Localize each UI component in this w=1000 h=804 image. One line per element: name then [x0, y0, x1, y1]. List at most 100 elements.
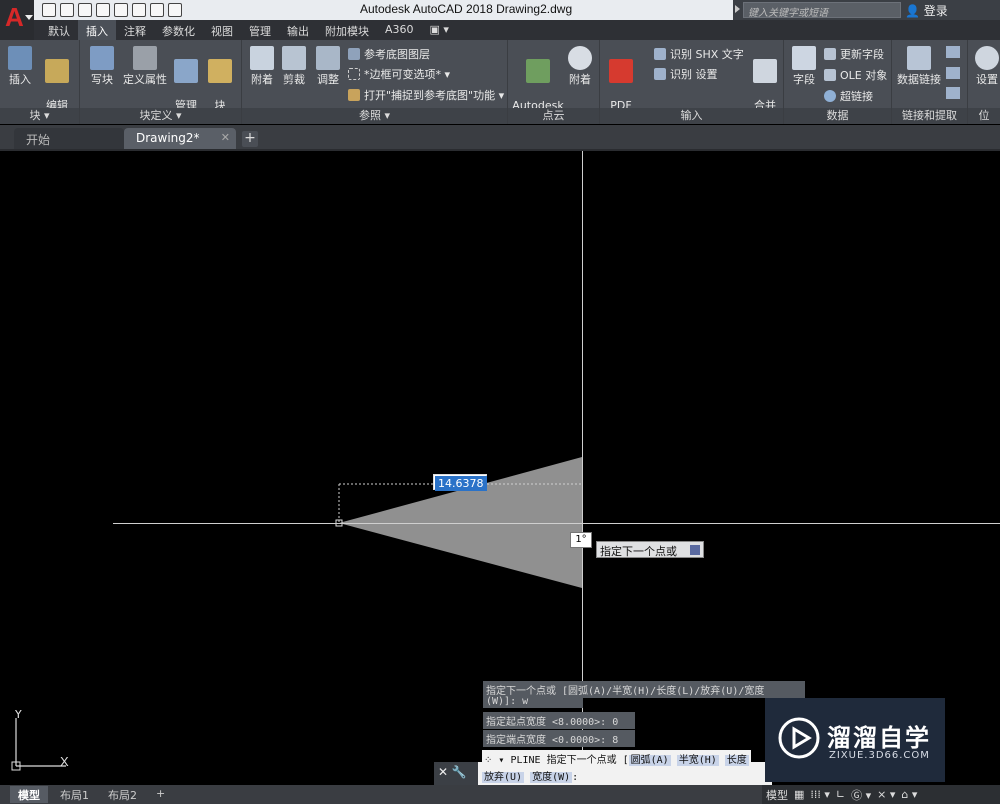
adjust-button[interactable]: 调整	[314, 46, 342, 86]
tab-view[interactable]: 视图	[203, 20, 241, 40]
frame-icon	[348, 68, 360, 80]
upload-data-icon[interactable]	[946, 67, 960, 79]
dynamic-length-input[interactable]: 14.6378	[433, 474, 487, 491]
define-attributes-button[interactable]: 定义属性	[122, 46, 168, 86]
chevron-down-icon	[25, 15, 33, 20]
pointcloud-attach-icon	[568, 46, 592, 70]
panel-title-block[interactable]: 块 ▾	[0, 108, 79, 124]
tab-addins[interactable]: 附加模块	[317, 20, 377, 40]
option-undo[interactable]: 放弃(U)	[482, 772, 525, 783]
grid-icon[interactable]: ▦	[794, 788, 804, 801]
tab-insert[interactable]: 插入	[78, 20, 116, 40]
new-file-icon[interactable]	[42, 3, 56, 17]
option-arc[interactable]: 圆弧(A)	[628, 755, 671, 766]
panel-data: 字段 更新字段 OLE 对象 超链接 数据	[784, 40, 892, 124]
command-suffix: :	[572, 772, 579, 783]
close-tab-icon[interactable]: ✕	[221, 131, 230, 144]
save-as-icon[interactable]	[96, 3, 110, 17]
block-editor-icon	[208, 59, 232, 83]
clip-button[interactable]: 剪裁	[280, 46, 308, 86]
manage-attributes-icon	[174, 59, 198, 83]
open-file-icon[interactable]	[60, 3, 74, 17]
command-line[interactable]: ✕ 🔧 ⁘ ▾ PLINE 指定下一个点或 [圆弧(A) 半宽(H) 长度 放弃…	[434, 750, 772, 785]
insert-block-icon	[8, 46, 32, 70]
ortho-icon[interactable]: ∟	[836, 788, 845, 801]
tab-start[interactable]: 开始	[14, 128, 124, 149]
panel-location: 设置 位	[968, 40, 1000, 124]
option-width[interactable]: 宽度(W)	[530, 772, 573, 783]
ribbon-tabs: 默认 插入 注释 参数化 视图 管理 输出 附加模块 A360 ▣ ▾	[34, 20, 1000, 40]
search-input[interactable]: 键入关键字或短语	[743, 2, 901, 19]
panel-title-reference[interactable]: 参照 ▾	[242, 108, 507, 124]
adjust-icon	[316, 46, 340, 70]
hyperlink-button[interactable]: 超链接	[824, 88, 873, 104]
print-icon[interactable]	[114, 3, 128, 17]
write-block-button[interactable]: 写块	[88, 46, 116, 86]
attach-button[interactable]: 附着	[248, 46, 276, 86]
qat-dropdown-icon[interactable]	[168, 3, 182, 17]
polar-tracking-icon[interactable]: Ⓖ ▾	[851, 787, 871, 803]
download-data-icon[interactable]	[946, 87, 960, 99]
option-length[interactable]: 长度	[724, 755, 749, 766]
command-prompt-tooltip: 指定下一个点或	[596, 541, 704, 558]
frames-variable-label: *边框可变选项* ▾	[364, 68, 451, 81]
annotation-scale-icon[interactable]: ⌂ ▾	[901, 788, 917, 801]
layout-tab-2[interactable]: 布局2	[100, 786, 145, 803]
pointcloud-attach-button[interactable]: 附着	[566, 46, 594, 86]
tab-default[interactable]: 默认	[40, 20, 78, 40]
panel-import: PDF 输入 识别 SHX 文字 识别 设置 合并 文字 输入	[600, 40, 784, 125]
define-attributes-icon	[133, 46, 157, 70]
recognize-shx-button[interactable]: 识别 SHX 文字	[654, 46, 744, 62]
snap-icon[interactable]: ⁞⁞⁞ ▾	[810, 788, 830, 801]
options-dropdown-icon[interactable]	[690, 545, 700, 555]
layout-tab-1[interactable]: 布局1	[52, 786, 97, 803]
title-bar: Autodesk AutoCAD 2018 Drawing2.dwg 键入关键字…	[0, 0, 1000, 20]
extract-data-icon[interactable]	[946, 46, 960, 58]
ole-object-button[interactable]: OLE 对象	[824, 67, 887, 83]
save-icon[interactable]	[78, 3, 92, 17]
recognize-settings-button[interactable]: 识别 设置	[654, 66, 718, 82]
clip-icon	[282, 46, 306, 70]
new-tab-button[interactable]: +	[242, 131, 258, 147]
pdf-icon	[609, 59, 633, 83]
watermark-logo: 溜溜自学 ZIXUE.3D66.COM	[765, 698, 945, 782]
attach-icon	[250, 46, 274, 70]
login-button[interactable]: 👤 登录	[905, 2, 948, 19]
add-layout-button[interactable]: +	[148, 786, 173, 803]
location-settings-button[interactable]: 设置	[974, 46, 1000, 86]
command-line-tools[interactable]: ✕ 🔧	[434, 762, 478, 785]
clip-label: 剪裁	[283, 73, 305, 86]
expand-arrow-icon[interactable]	[735, 5, 740, 13]
application-menu-button[interactable]: A	[0, 0, 34, 40]
tab-output[interactable]: 输出	[279, 20, 317, 40]
frames-variable-dropdown[interactable]: *边框可变选项* ▾	[348, 66, 450, 82]
ole-object-icon	[824, 69, 836, 81]
tab-a360[interactable]: A360	[377, 20, 422, 40]
insert-button[interactable]: 插入	[6, 46, 34, 86]
attach-label: 附着	[251, 73, 273, 86]
redo-icon[interactable]	[150, 3, 164, 17]
panel-title-link-extract: 链接和提取	[892, 108, 967, 124]
tab-annotate[interactable]: 注释	[116, 20, 154, 40]
underlay-layers-button[interactable]: 参考底图图层	[348, 46, 430, 62]
model-space-button[interactable]: 模型	[766, 787, 788, 803]
prompt-tooltip-text: 指定下一个点或	[600, 545, 677, 558]
option-halfwidth[interactable]: 半宽(H)	[676, 755, 719, 766]
status-bar: 模型 布局1 布局2 + 模型 ▦ ⁞⁞⁞ ▾ ∟ Ⓖ ▾ ⨯ ▾ ⌂ ▾	[0, 785, 1000, 804]
tab-extra-toggle[interactable]: ▣ ▾	[422, 20, 457, 40]
tab-drawing2[interactable]: Drawing2* ✕	[124, 128, 236, 149]
undo-icon[interactable]	[132, 3, 146, 17]
panel-title-location: 位	[968, 108, 1000, 124]
object-snap-icon[interactable]: ⨯ ▾	[877, 788, 895, 801]
data-link-button[interactable]: 数据链接	[896, 46, 942, 86]
data-link-label: 数据链接	[897, 73, 941, 86]
tab-parametric[interactable]: 参数化	[154, 20, 203, 40]
field-button[interactable]: 字段	[790, 46, 818, 86]
panel-title-block-definition[interactable]: 块定义 ▾	[80, 108, 241, 124]
tab-manage[interactable]: 管理	[241, 20, 279, 40]
update-fields-button[interactable]: 更新字段	[824, 46, 884, 62]
write-block-icon	[90, 46, 114, 70]
layout-tab-model[interactable]: 模型	[10, 786, 48, 803]
snap-underlay-dropdown[interactable]: 打开"捕捉到参考底图"功能 ▾	[348, 87, 504, 103]
field-icon	[792, 46, 816, 70]
